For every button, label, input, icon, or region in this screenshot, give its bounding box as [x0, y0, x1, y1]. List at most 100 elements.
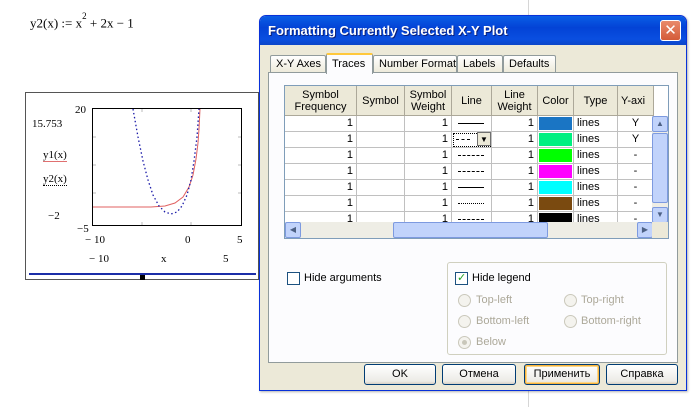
cell-type[interactable]: lines: [574, 180, 618, 196]
dialog-titlebar[interactable]: Formatting Currently Selected X-Y Plot ✕: [260, 16, 686, 45]
close-button[interactable]: ✕: [660, 20, 681, 41]
hide-legend-label[interactable]: Hide legend: [472, 272, 531, 284]
traces-horizontal-scrollbar[interactable]: ◀ ▶: [285, 222, 653, 238]
color-swatch: [539, 197, 572, 210]
cell-symbol-weight[interactable]: 1: [405, 196, 452, 212]
col-header-text: Color: [542, 94, 569, 107]
cell-symbol[interactable]: [357, 180, 405, 196]
cell-type[interactable]: lines: [574, 116, 618, 132]
ok-button[interactable]: OK: [364, 364, 436, 385]
cell-type[interactable]: lines: [574, 196, 618, 212]
cell-color[interactable]: [538, 196, 574, 212]
scroll-thumb-horizontal[interactable]: [393, 222, 548, 238]
scroll-left-button[interactable]: ◀: [285, 222, 301, 238]
legend-bottom-right-label[interactable]: Bottom-right: [581, 315, 641, 327]
tab-number-format[interactable]: Number Format: [373, 55, 457, 73]
cell-symbol-weight[interactable]: 1: [405, 148, 452, 164]
cell-y-axis[interactable]: Y: [618, 116, 654, 132]
cell-symbol-weight[interactable]: 1: [405, 132, 452, 148]
legend-top-left-label[interactable]: Top-left: [476, 294, 512, 306]
hide-arguments-checkbox[interactable]: [287, 272, 300, 285]
hide-legend-checkbox[interactable]: [455, 271, 468, 285]
scroll-down-button[interactable]: ▼: [652, 207, 668, 223]
cell-color[interactable]: [538, 148, 574, 164]
apply-button[interactable]: Применить: [524, 364, 600, 385]
help-button[interactable]: Справка: [606, 364, 678, 385]
cell-symbol[interactable]: [357, 196, 405, 212]
cell-color[interactable]: [538, 116, 574, 132]
cell-symbol[interactable]: [357, 116, 405, 132]
scroll-right-button[interactable]: ▶: [637, 222, 653, 238]
col-header-type[interactable]: Type: [574, 86, 618, 116]
cell-symbol-frequency[interactable]: 1: [285, 148, 357, 164]
cell-symbol[interactable]: [357, 148, 405, 164]
col-header-text: Symbol Frequency: [294, 88, 347, 113]
cell-line-style[interactable]: [452, 116, 492, 132]
cancel-button[interactable]: Отмена: [442, 364, 516, 385]
tab-traces[interactable]: Traces: [326, 53, 373, 74]
hide-arguments-label[interactable]: Hide arguments: [304, 272, 382, 284]
scroll-thumb-vertical[interactable]: [652, 133, 668, 203]
cell-symbol-frequency[interactable]: 1: [285, 196, 357, 212]
trace2-legend-label: y2(x): [43, 173, 67, 186]
cell-line-style[interactable]: [452, 164, 492, 180]
chevron-down-icon[interactable]: ▼: [477, 132, 491, 146]
cell-type[interactable]: lines: [574, 132, 618, 148]
y2-definition[interactable]: y2(x) := x2 + 2x − 1: [30, 11, 134, 31]
col-header-line-weight[interactable]: Line Weight: [492, 86, 538, 116]
cell-symbol[interactable]: [357, 132, 405, 148]
cell-y-axis[interactable]: -: [618, 196, 654, 212]
col-header-text: Symbol Weight: [409, 88, 447, 113]
col-header-symbol[interactable]: Symbol: [357, 86, 405, 116]
cell-line-weight[interactable]: 1: [492, 148, 538, 164]
cell-symbol-frequency[interactable]: 1: [285, 132, 357, 148]
col-header-color[interactable]: Color: [538, 86, 574, 116]
cell-line-style[interactable]: [452, 196, 492, 212]
cell-y-axis[interactable]: -: [618, 164, 654, 180]
legend-top-right-label[interactable]: Top-right: [581, 294, 624, 306]
cell-line-weight[interactable]: 1: [492, 164, 538, 180]
x-axis-label: x: [161, 253, 167, 265]
tab-labels[interactable]: Labels: [457, 55, 503, 73]
cell-y-axis[interactable]: -: [618, 148, 654, 164]
col-header-y-axis[interactable]: Y-axi: [618, 86, 654, 116]
cell-color[interactable]: [538, 132, 574, 148]
plot-resize-handle[interactable]: [140, 275, 145, 280]
cell-symbol-frequency[interactable]: 1: [285, 116, 357, 132]
cell-symbol-frequency[interactable]: 1: [285, 164, 357, 180]
cell-symbol-weight[interactable]: 1: [405, 116, 452, 132]
scroll-up-button[interactable]: ▲: [652, 116, 668, 132]
legend-top-right-radio[interactable]: [564, 294, 577, 307]
tab-defaults[interactable]: Defaults: [503, 55, 556, 73]
cell-symbol-weight[interactable]: 1: [405, 164, 452, 180]
cell-line-weight[interactable]: 1: [492, 116, 538, 132]
col-header-symbol-weight[interactable]: Symbol Weight: [405, 86, 452, 116]
cell-line-style[interactable]: [452, 180, 492, 196]
cell-y-axis[interactable]: -: [618, 180, 654, 196]
legend-top-left-radio[interactable]: [458, 294, 471, 307]
cell-line-weight[interactable]: 1: [492, 132, 538, 148]
legend-below-label[interactable]: Below: [476, 336, 506, 348]
color-swatch: [539, 133, 572, 146]
tab-xy-axes[interactable]: X-Y Axes: [270, 55, 326, 73]
cell-y-axis[interactable]: Y: [618, 132, 654, 148]
cell-symbol-weight[interactable]: 1: [405, 180, 452, 196]
cell-color[interactable]: [538, 180, 574, 196]
legend-bottom-right-radio[interactable]: [564, 315, 577, 328]
cell-type[interactable]: lines: [574, 148, 618, 164]
cell-line-weight[interactable]: 1: [492, 196, 538, 212]
traces-vertical-scrollbar[interactable]: ▲ ▼: [652, 116, 668, 223]
xy-plot-region[interactable]: 20 15.753 y1(x) y2(x) −2 −5 − 10 0 5 − 1…: [25, 92, 259, 280]
legend-bottom-left-radio[interactable]: [458, 315, 471, 328]
cell-symbol[interactable]: [357, 164, 405, 180]
cell-symbol-frequency[interactable]: 1: [285, 180, 357, 196]
cell-line-style[interactable]: ▼: [452, 132, 492, 148]
cell-type[interactable]: lines: [574, 164, 618, 180]
col-header-symbol-frequency[interactable]: Symbol Frequency: [285, 86, 357, 116]
cell-color[interactable]: [538, 164, 574, 180]
cell-line-style[interactable]: [452, 148, 492, 164]
col-header-line[interactable]: Line: [452, 86, 492, 116]
cell-line-weight[interactable]: 1: [492, 180, 538, 196]
legend-below-radio[interactable]: [458, 336, 471, 349]
legend-bottom-left-label[interactable]: Bottom-left: [476, 315, 529, 327]
